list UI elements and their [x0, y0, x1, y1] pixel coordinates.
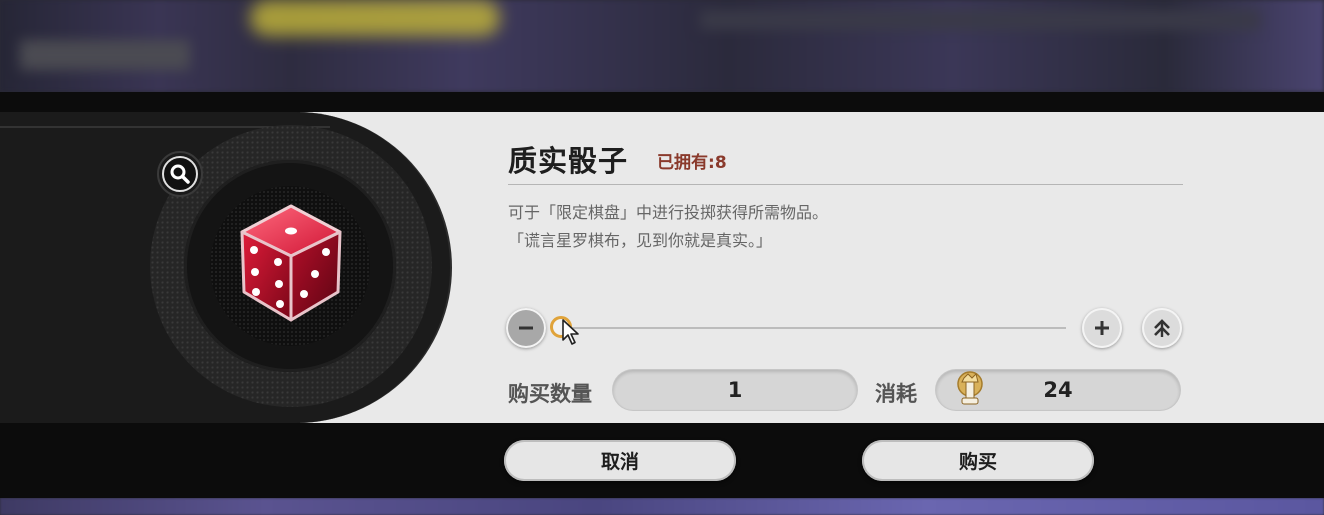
- owned-count: 已拥有:8: [657, 148, 727, 173]
- blurred-background-top: [0, 0, 1324, 92]
- minus-icon: [519, 326, 533, 330]
- description-line: 「谎言星罗棋布，见到你就是真实。」: [508, 231, 773, 250]
- owned-value: 8: [714, 153, 727, 173]
- plus-icon: [1095, 321, 1109, 335]
- description-line: 可于「限定棋盘」中进行投掷获得所需物品。: [508, 203, 829, 222]
- cost-label: 消耗: [875, 382, 917, 406]
- chess-piece-currency-icon: [957, 371, 983, 405]
- quantity-value: 1: [613, 370, 857, 410]
- quantity-slider-track[interactable]: [563, 327, 1066, 329]
- max-quantity-button[interactable]: [1142, 308, 1182, 348]
- quantity-label: 购买数量: [508, 382, 592, 406]
- increase-quantity-button[interactable]: [1082, 308, 1122, 348]
- dice-item-icon: [240, 204, 342, 322]
- owned-label: 已拥有:: [657, 153, 715, 173]
- item-description: 可于「限定棋盘」中进行投掷获得所需物品。 「谎言星罗棋布，见到你就是真实。」: [508, 199, 828, 255]
- search-icon: [162, 156, 198, 192]
- decrease-quantity-button[interactable]: [506, 308, 546, 348]
- mouse-cursor: [562, 319, 579, 345]
- double-chevron-up-icon: [1154, 319, 1170, 337]
- zoom-button[interactable]: [157, 151, 203, 197]
- buy-button[interactable]: 购买: [862, 440, 1094, 481]
- title-divider: [508, 184, 1183, 185]
- blurred-background-bottom: [0, 498, 1324, 515]
- cancel-button[interactable]: 取消: [504, 440, 736, 481]
- item-name: 质实骰子: [508, 144, 629, 178]
